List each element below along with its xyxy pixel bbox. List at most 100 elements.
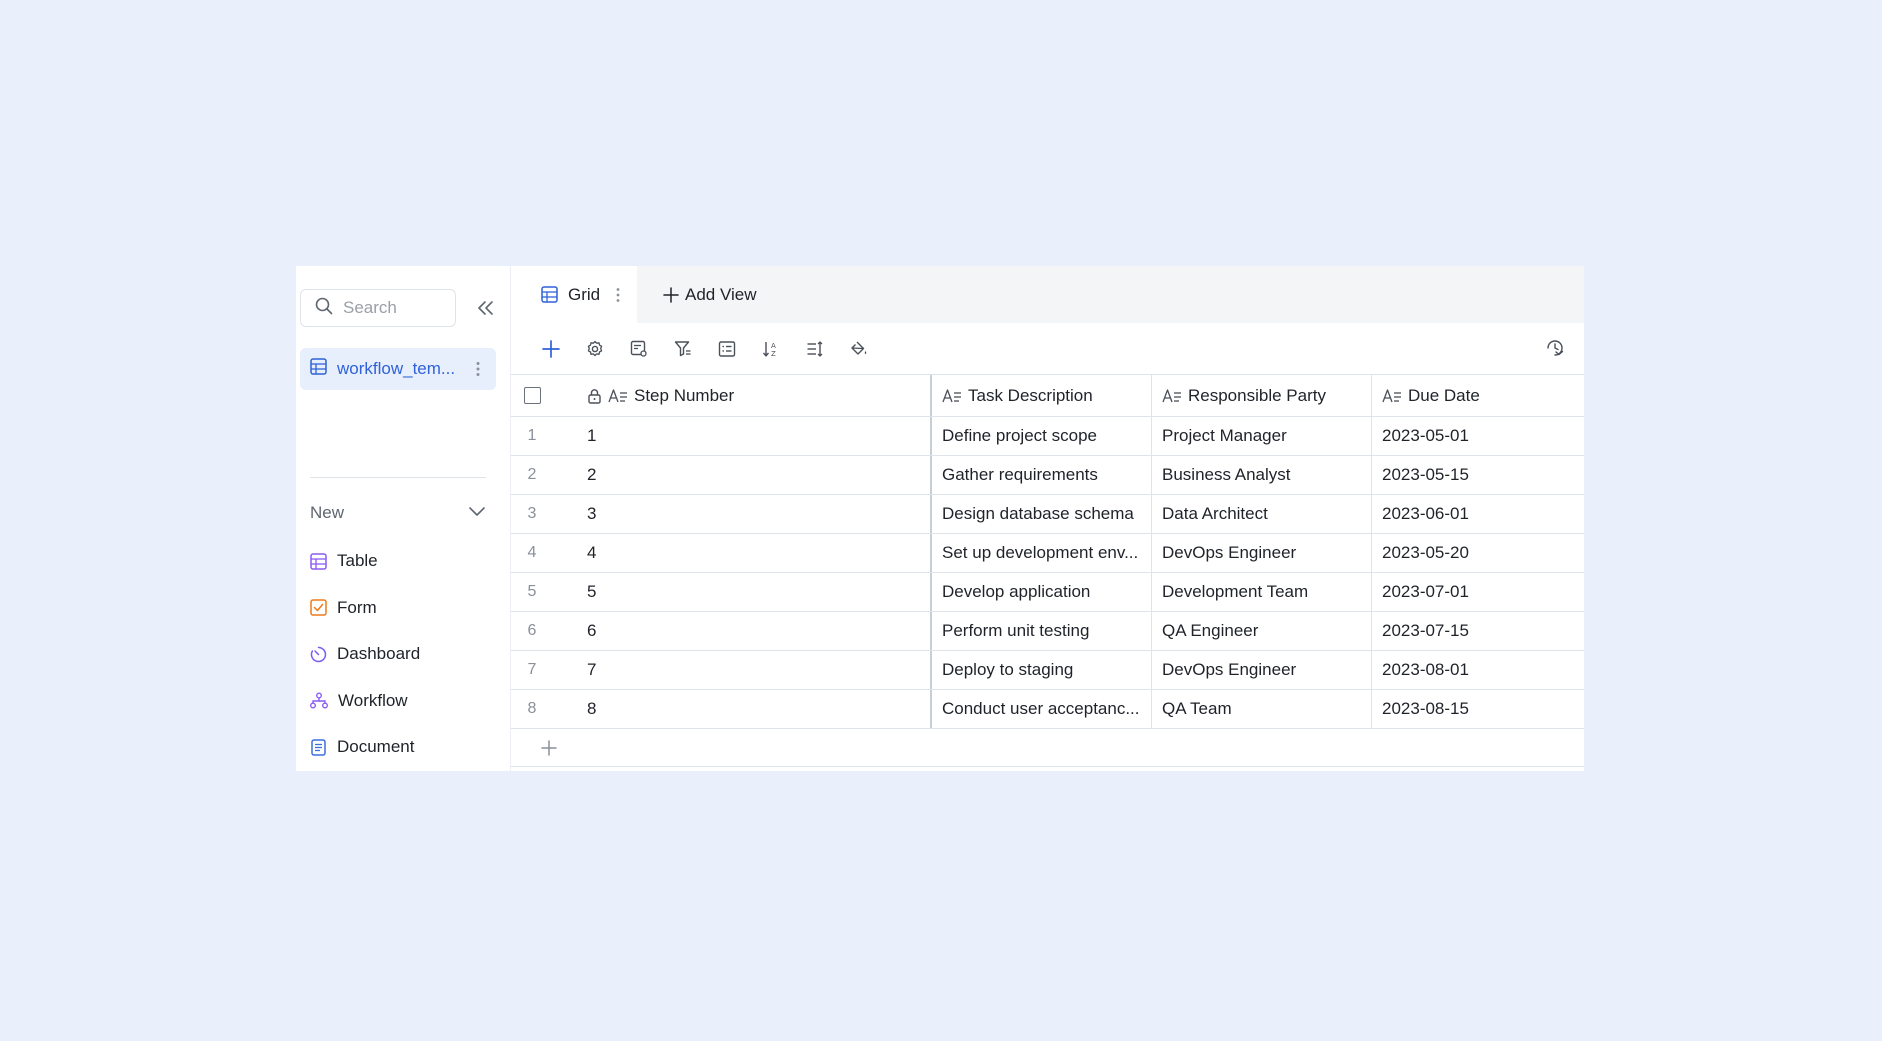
paint-bucket-icon [851, 341, 867, 355]
create-dashboard-button[interactable]: Dashboard [310, 631, 420, 678]
table-row[interactable]: 7 7 Deploy to staging DevOps Engineer 20… [511, 651, 1584, 690]
record-settings-button[interactable] [626, 336, 652, 362]
cell-task-description[interactable]: Gather requirements [932, 456, 1152, 494]
text-field-icon [1382, 388, 1401, 402]
svg-text:A: A [771, 342, 776, 350]
app-window: workflow_tem... New Table Form Das [296, 266, 1584, 771]
table-row[interactable]: 3 3 Design database schema Data Architec… [511, 495, 1584, 534]
group-button[interactable] [714, 336, 740, 362]
document-icon [311, 739, 326, 756]
search-input[interactable] [343, 298, 443, 318]
create-item-label: Workflow [338, 690, 408, 710]
grid-header-row: Step Number Task Description Responsible… [511, 375, 1584, 417]
plus-icon [663, 286, 679, 303]
cell-step-number[interactable]: 8 [587, 690, 932, 728]
cell-due-date[interactable]: 2023-08-15 [1372, 690, 1584, 728]
header-select-cell [511, 375, 587, 416]
view-tabbar: Grid Add View [511, 266, 1584, 323]
cell-step-number[interactable]: 4 [587, 534, 932, 572]
add-view-label: Add View [685, 284, 757, 304]
table-row[interactable]: 6 6 Perform unit testing QA Engineer 202… [511, 612, 1584, 651]
cell-responsible-party[interactable]: QA Engineer [1152, 612, 1372, 650]
create-item-label: Dashboard [337, 644, 421, 664]
cell-step-number[interactable]: 6 [587, 612, 932, 650]
column-header-label: Due Date [1408, 385, 1480, 405]
create-workflow-button[interactable]: Workflow [310, 678, 420, 725]
cell-responsible-party[interactable]: Business Analyst [1152, 456, 1372, 494]
column-header-responsible-party[interactable]: Responsible Party [1152, 375, 1372, 416]
add-record-button[interactable] [538, 336, 564, 362]
tab-grid[interactable]: Grid [511, 266, 637, 323]
cell-responsible-party[interactable]: DevOps Engineer [1152, 651, 1372, 689]
cell-responsible-party[interactable]: Project Manager [1152, 417, 1372, 455]
row-number-cell: 4 [527, 544, 537, 561]
cell-due-date[interactable]: 2023-08-01 [1372, 651, 1584, 689]
cell-due-date[interactable]: 2023-07-01 [1372, 573, 1584, 611]
sidebar-item-workflow-table[interactable]: workflow_tem... [300, 348, 496, 390]
cell-task-description[interactable]: Perform unit testing [932, 612, 1152, 650]
search-box[interactable] [300, 289, 456, 327]
add-row-button[interactable] [511, 729, 1584, 767]
cell-responsible-party[interactable]: DevOps Engineer [1152, 534, 1372, 572]
color-fill-button[interactable] [846, 336, 872, 362]
search-icon [315, 297, 333, 320]
select-all-checkbox[interactable] [523, 387, 541, 404]
collapse-sidebar-button[interactable] [474, 296, 498, 320]
table-row[interactable]: 8 8 Conduct user acceptanc... QA Team 20… [511, 690, 1584, 729]
cell-due-date[interactable]: 2023-05-20 [1372, 534, 1584, 572]
cell-task-description[interactable]: Set up development env... [932, 534, 1152, 572]
table-row[interactable]: 2 2 Gather requirements Business Analyst… [511, 456, 1584, 495]
cell-step-number[interactable]: 1 [587, 417, 932, 455]
cell-step-number[interactable]: 2 [587, 456, 932, 494]
sort-az-icon: AZ [762, 341, 776, 358]
cell-step-number[interactable]: 3 [587, 495, 932, 533]
cell-responsible-party[interactable]: Data Architect [1152, 495, 1372, 533]
cell-due-date[interactable]: 2023-05-01 [1372, 417, 1584, 455]
history-button[interactable] [1542, 335, 1568, 361]
cell-due-date[interactable]: 2023-07-15 [1372, 612, 1584, 650]
form-icon [310, 599, 327, 616]
column-header-due-date[interactable]: Due Date [1372, 375, 1584, 416]
new-section-toggle[interactable]: New [310, 498, 486, 528]
more-options-icon[interactable] [616, 287, 620, 303]
table-row[interactable]: 4 4 Set up development env... DevOps Eng… [511, 534, 1584, 573]
field-settings-button[interactable] [582, 336, 608, 362]
cell-responsible-party[interactable]: Development Team [1152, 573, 1372, 611]
create-item-label: Table [337, 551, 378, 571]
sort-button[interactable]: AZ [758, 336, 784, 362]
cell-task-description[interactable]: Develop application [932, 573, 1152, 611]
cell-due-date[interactable]: 2023-05-15 [1372, 456, 1584, 494]
table-row[interactable]: 1 1 Define project scope Project Manager… [511, 417, 1584, 456]
column-header-task-description[interactable]: Task Description [932, 375, 1152, 416]
table-row[interactable]: 5 5 Develop application Development Team… [511, 573, 1584, 612]
new-section-label: New [310, 503, 345, 522]
cell-step-number[interactable]: 7 [587, 651, 932, 689]
cell-due-date[interactable]: 2023-06-01 [1372, 495, 1584, 533]
row-number-cell: 7 [527, 661, 537, 678]
create-form-button[interactable]: Form [310, 585, 420, 632]
row-number-cell: 2 [527, 466, 537, 483]
cell-task-description[interactable]: Define project scope [932, 417, 1152, 455]
row-number-cell: 6 [527, 622, 537, 639]
grid-toolbar: AZ [511, 323, 1584, 374]
search-row [300, 289, 498, 327]
create-table-button[interactable]: Table [310, 538, 420, 585]
gear-icon [587, 340, 603, 356]
text-field-icon [1162, 388, 1181, 402]
text-field-icon [608, 388, 627, 402]
column-header-label: Task Description [968, 385, 1093, 405]
row-height-button[interactable] [802, 336, 828, 362]
cell-responsible-party[interactable]: QA Team [1152, 690, 1372, 728]
dashboard-icon [310, 646, 327, 662]
column-header-step-number[interactable]: Step Number [587, 375, 932, 416]
double-chevron-left-icon [478, 301, 493, 315]
cell-task-description[interactable]: Deploy to staging [932, 651, 1152, 689]
cell-task-description[interactable]: Conduct user acceptanc... [932, 690, 1152, 728]
cell-step-number[interactable]: 5 [587, 573, 932, 611]
cell-task-description[interactable]: Design database schema [932, 495, 1152, 533]
create-item-label: Form [337, 597, 377, 617]
filter-button[interactable] [670, 336, 696, 362]
create-document-button[interactable]: Document [310, 724, 420, 771]
add-view-button[interactable]: Add View [663, 266, 757, 323]
more-options-icon[interactable] [468, 361, 488, 377]
